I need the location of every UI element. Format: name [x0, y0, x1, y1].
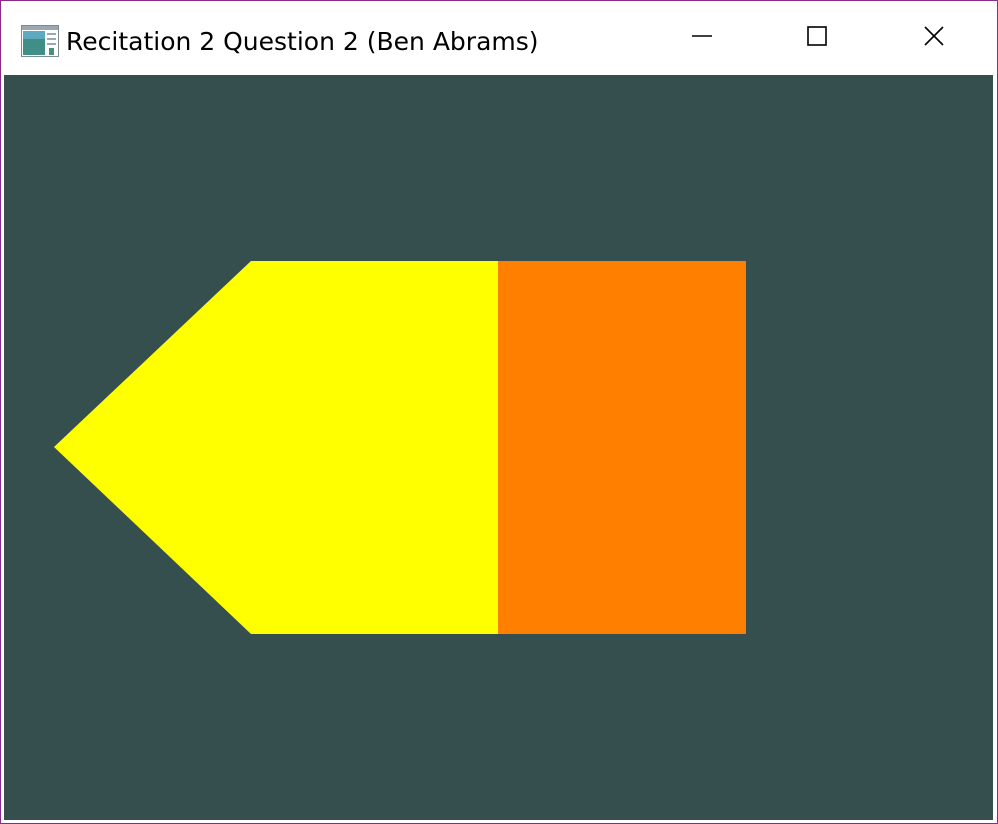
minimize-button[interactable] [647, 2, 757, 74]
app-window-icon[interactable] [21, 25, 59, 57]
app-window: Recitation 2 Question 2 (Ben Abrams) [0, 0, 998, 824]
maximize-icon [806, 25, 828, 52]
maximize-button[interactable] [762, 2, 872, 74]
window-title: Recitation 2 Question 2 (Ben Abrams) [66, 27, 539, 56]
minimize-icon [691, 25, 713, 52]
orange-rectangle [498, 261, 746, 634]
scene-drawing [54, 261, 746, 634]
yellow-pentagon [54, 261, 498, 634]
title-bar[interactable]: Recitation 2 Question 2 (Ben Abrams) [2, 2, 996, 74]
close-icon [923, 25, 945, 52]
close-button[interactable] [879, 2, 989, 74]
render-canvas[interactable] [4, 75, 993, 820]
